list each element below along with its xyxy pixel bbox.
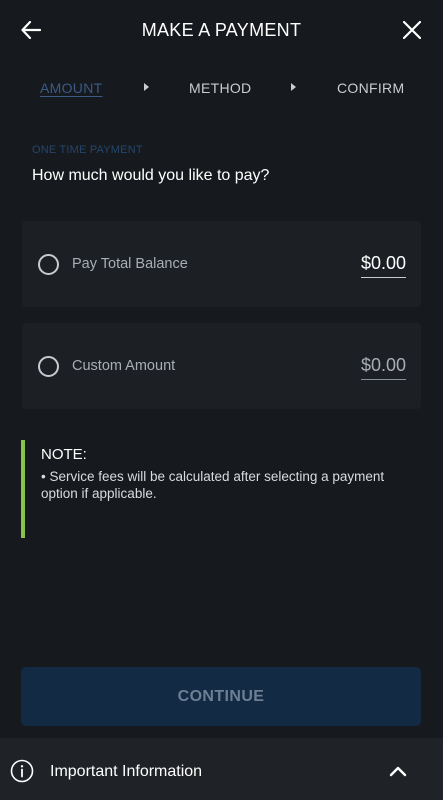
- step-method[interactable]: METHOD: [189, 80, 251, 96]
- option-label: Custom Amount: [72, 358, 176, 374]
- close-button[interactable]: [399, 17, 425, 43]
- chevron-up-icon[interactable]: [389, 764, 407, 778]
- info-icon: [10, 759, 34, 783]
- important-information-bar[interactable]: Important Information: [0, 738, 443, 800]
- option-label: Pay Total Balance: [72, 256, 188, 272]
- step-confirm[interactable]: CONFIRM: [337, 80, 404, 96]
- footer-label: Important Information: [50, 763, 203, 780]
- step-amount[interactable]: AMOUNT: [40, 80, 102, 96]
- radio-button[interactable]: [38, 356, 59, 377]
- note-box: NOTE: • Service fees will be calculated …: [21, 440, 401, 538]
- custom-amount-input[interactable]: $0.00: [360, 355, 406, 380]
- total-balance-amount: $0.00: [360, 253, 406, 278]
- step-arrow-icon: [144, 83, 149, 91]
- continue-label: CONTINUE: [177, 687, 265, 705]
- option-pay-total-balance[interactable]: Pay Total Balance $0.00: [22, 221, 421, 307]
- header: MAKE A PAYMENT: [0, 0, 443, 62]
- close-icon: [403, 21, 421, 39]
- note-body: • Service fees will be calculated after …: [41, 469, 385, 501]
- continue-button[interactable]: CONTINUE: [21, 667, 421, 726]
- page-title: MAKE A PAYMENT: [141, 20, 302, 40]
- note-title: NOTE:: [41, 446, 87, 463]
- option-custom-amount[interactable]: Custom Amount $0.00: [22, 323, 421, 409]
- step-arrow-icon: [291, 83, 296, 91]
- radio-button[interactable]: [38, 254, 59, 275]
- amount-question: How much would you like to pay?: [32, 167, 270, 184]
- payment-type-label: ONE TIME PAYMENT: [32, 144, 143, 156]
- step-indicator: AMOUNT METHOD CONFIRM: [0, 80, 443, 102]
